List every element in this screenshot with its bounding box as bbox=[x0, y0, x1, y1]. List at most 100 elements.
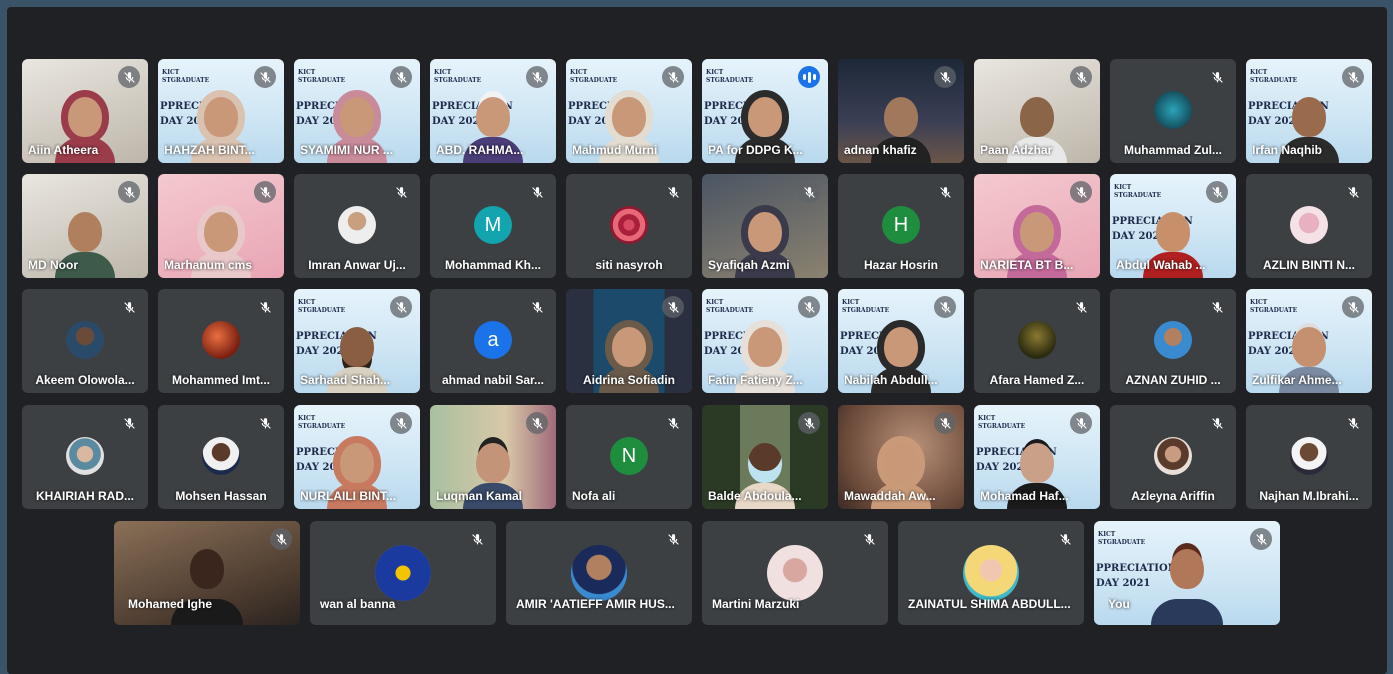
mic-off-icon bbox=[1206, 66, 1228, 88]
participant-name: Aidrina Sofiadin bbox=[582, 373, 675, 387]
participant-tile[interactable]: SYAMIMI NUR ... bbox=[294, 59, 420, 163]
mic-off-icon bbox=[1342, 181, 1364, 203]
avatar-initial: M bbox=[474, 206, 512, 244]
participant-name: siti nasyroh bbox=[595, 258, 663, 272]
participant-tile[interactable]: Martini Marzuki bbox=[702, 521, 888, 625]
mic-off-icon bbox=[466, 528, 488, 550]
participant-name: Fatin Fatieny Z... bbox=[708, 373, 803, 387]
participant-tile[interactable]: Afara Hamed Z... bbox=[974, 289, 1100, 393]
participant-video bbox=[171, 541, 243, 625]
mic-off-icon bbox=[858, 528, 880, 550]
participant-tile[interactable]: adnan khafiz bbox=[838, 59, 964, 163]
participant-name: PA for DDPG K... bbox=[708, 143, 803, 157]
participant-tile[interactable]: HAHZAH BINT... bbox=[158, 59, 284, 163]
participant-name: AMIR 'AATIEFF AMIR HUS... bbox=[516, 597, 675, 611]
mic-off-icon bbox=[1342, 412, 1364, 434]
participant-name: Mohamed Ighe bbox=[128, 597, 213, 611]
participant-tile[interactable]: siti nasyroh bbox=[566, 174, 692, 278]
participant-tile[interactable]: Fatin Fatieny Z... bbox=[702, 289, 828, 393]
participant-name: Marhanum cms bbox=[164, 258, 253, 272]
participant-tile[interactable]: Nabilah Abdull... bbox=[838, 289, 964, 393]
participant-tile[interactable]: PA for DDPG K... bbox=[702, 59, 828, 163]
mic-off-icon bbox=[118, 412, 140, 434]
participant-name: HAHZAH BINT... bbox=[164, 143, 255, 157]
avatar-initial: H bbox=[882, 206, 920, 244]
avatar bbox=[338, 206, 376, 244]
participant-tile[interactable]: Sarhaad Shah... bbox=[294, 289, 420, 393]
participant-tile[interactable]: NURLAILI BINT... bbox=[294, 405, 420, 509]
mic-off-icon bbox=[1250, 528, 1272, 550]
mic-off-icon bbox=[934, 181, 956, 203]
participant-name: Sarhaad Shah... bbox=[300, 373, 391, 387]
participant-name: ABD. RAHMA... bbox=[436, 143, 524, 157]
meeting-grid: Aiin Atheera HAHZAH BINT... SYAMIMI NUR … bbox=[7, 7, 1387, 674]
mic-off-icon bbox=[1054, 528, 1076, 550]
mic-off-icon bbox=[526, 296, 548, 318]
participant-tile[interactable]: Irfan Naqhib bbox=[1246, 59, 1372, 163]
participant-tile[interactable]: H Hazar Hosrin bbox=[838, 174, 964, 278]
participant-tile[interactable]: KHAIRIAH RAD... bbox=[22, 405, 148, 509]
participant-tile[interactable]: Aidrina Sofiadin bbox=[566, 289, 692, 393]
participant-name: NURLAILI BINT... bbox=[300, 489, 396, 503]
avatar bbox=[202, 321, 240, 359]
participant-tile[interactable]: Akeem Olowola... bbox=[22, 289, 148, 393]
participant-tile[interactable]: You bbox=[1094, 521, 1280, 625]
mic-off-icon bbox=[1342, 296, 1364, 318]
participant-tile[interactable]: Mohammed Imt... bbox=[158, 289, 284, 393]
participant-name: Aiin Atheera bbox=[28, 143, 99, 157]
participant-tile[interactable]: a ahmad nabil Sar... bbox=[430, 289, 556, 393]
participant-tile[interactable]: Aiin Atheera bbox=[22, 59, 148, 163]
participants-row: Mohamed Ighe wan al banna AMIR 'AATIEFF … bbox=[7, 521, 1387, 625]
participant-tile[interactable]: AZLIN BINTI N... bbox=[1246, 174, 1372, 278]
mic-off-icon bbox=[1206, 412, 1228, 434]
mic-off-icon bbox=[662, 528, 684, 550]
mic-off-icon bbox=[118, 181, 140, 203]
participant-tile[interactable]: Mahmud Murni bbox=[566, 59, 692, 163]
participant-tile[interactable]: NARIETA BT B... bbox=[974, 174, 1100, 278]
participant-tile[interactable]: AMIR 'AATIEFF AMIR HUS... bbox=[506, 521, 692, 625]
participant-tile[interactable]: ABD. RAHMA... bbox=[430, 59, 556, 163]
participant-name: ZAINATUL SHIMA ABDULL... bbox=[908, 597, 1071, 611]
avatar bbox=[375, 545, 431, 601]
mic-off-icon bbox=[1070, 412, 1092, 434]
participant-name: Nofa ali bbox=[572, 489, 616, 503]
participant-tile[interactable]: Mohsen Hassan bbox=[158, 405, 284, 509]
participant-tile[interactable]: ZAINATUL SHIMA ABDULL... bbox=[898, 521, 1084, 625]
participant-tile[interactable]: Luqman Kamal bbox=[430, 405, 556, 509]
participant-name: Muhammad Zul... bbox=[1123, 143, 1222, 157]
participant-tile[interactable]: Syafiqah Azmi bbox=[702, 174, 828, 278]
mic-off-icon bbox=[390, 296, 412, 318]
participant-name: KHAIRIAH RAD... bbox=[36, 489, 134, 503]
participant-name: Mohammad Kh... bbox=[444, 258, 541, 272]
participant-tile[interactable]: Marhanum cms bbox=[158, 174, 284, 278]
participant-tile[interactable]: Balde Abdoula... bbox=[702, 405, 828, 509]
participant-tile[interactable]: M Mohammad Kh... bbox=[430, 174, 556, 278]
participant-tile[interactable]: MD Noor bbox=[22, 174, 148, 278]
mic-off-icon bbox=[798, 296, 820, 318]
participant-tile[interactable]: Mawaddah Aw... bbox=[838, 405, 964, 509]
participant-tile[interactable]: Imran Anwar Uj... bbox=[294, 174, 420, 278]
mic-off-icon bbox=[526, 181, 548, 203]
participant-tile[interactable]: Azleyna Ariffin bbox=[1110, 405, 1236, 509]
participant-tile[interactable]: Abdul Wahab ... bbox=[1110, 174, 1236, 278]
participant-name: AZNAN ZUHID ... bbox=[1125, 373, 1221, 387]
mic-off-icon bbox=[270, 528, 292, 550]
participant-tile[interactable]: Paan Adzhar bbox=[974, 59, 1100, 163]
mic-off-icon bbox=[390, 181, 412, 203]
participant-tile[interactable]: Najhan M.Ibrahi... bbox=[1246, 405, 1372, 509]
mic-off-icon bbox=[934, 412, 956, 434]
participant-tile[interactable]: AZNAN ZUHID ... bbox=[1110, 289, 1236, 393]
participant-tile[interactable]: N Nofa ali bbox=[566, 405, 692, 509]
participant-tile[interactable]: Mohamed Ighe bbox=[114, 521, 300, 625]
participant-name: Mohamad Haf... bbox=[980, 489, 1069, 503]
avatar-initial: N bbox=[610, 437, 648, 475]
participant-name: wan al banna bbox=[320, 597, 396, 611]
participant-name: adnan khafiz bbox=[844, 143, 917, 157]
participant-name: Martini Marzuki bbox=[712, 597, 800, 611]
participant-tile[interactable]: wan al banna bbox=[310, 521, 496, 625]
participant-tile[interactable]: Muhammad Zul... bbox=[1110, 59, 1236, 163]
participant-tile[interactable]: Zulfikar Ahme... bbox=[1246, 289, 1372, 393]
participant-name: Imran Anwar Uj... bbox=[308, 258, 406, 272]
participant-tile[interactable]: Mohamad Haf... bbox=[974, 405, 1100, 509]
avatar bbox=[1018, 321, 1056, 359]
